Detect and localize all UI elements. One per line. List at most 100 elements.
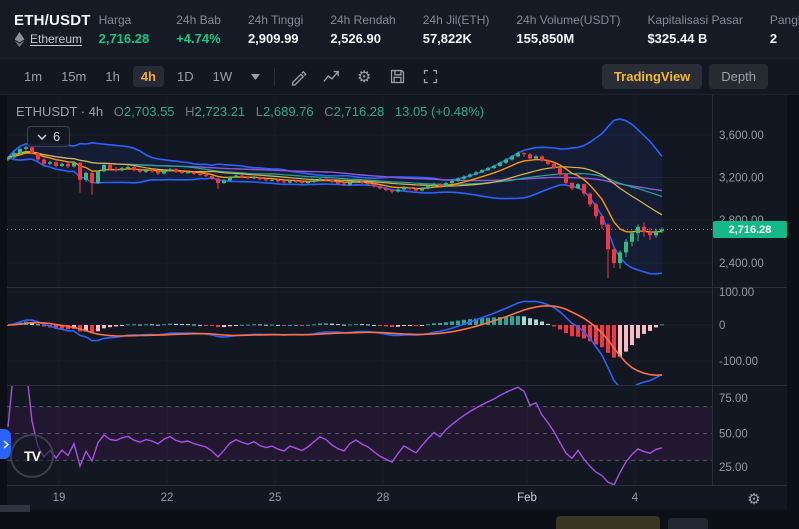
candle-body: [294, 181, 298, 182]
axis-tick-label[interactable]: 4: [632, 492, 639, 504]
macd-histogram-bar: [402, 325, 406, 326]
macd-line: [8, 301, 662, 389]
macd-histogram-bar: [558, 325, 562, 329]
indicators-chart-icon[interactable]: [322, 68, 340, 86]
macd-histogram-bar: [138, 325, 142, 326]
axis-tick-label[interactable]: 25: [269, 492, 282, 504]
candle-body: [48, 162, 52, 164]
macd-histogram-bar: [156, 325, 160, 326]
fullscreen-icon[interactable]: [421, 68, 439, 86]
macd-histogram-bar: [390, 325, 394, 327]
axis-tick-label[interactable]: 22: [161, 492, 174, 504]
tradingview-watermark-logo[interactable]: TV: [10, 434, 54, 478]
macd-histogram-bar: [366, 324, 370, 325]
axis-tick-label[interactable]: 19: [53, 492, 66, 504]
timeframe-15m[interactable]: 15m: [61, 69, 86, 84]
candle-body: [516, 153, 520, 156]
macd-histogram-bar: [456, 321, 460, 325]
macd-histogram-bar: [96, 325, 100, 331]
macd-histogram-bar: [36, 324, 40, 325]
axis-tick-label[interactable]: 25.00: [719, 462, 748, 474]
cutoff-active-tab-fragment[interactable]: [556, 516, 660, 529]
candle-body: [78, 163, 82, 180]
axis-settings-gear-icon[interactable]: ⚙: [744, 489, 764, 509]
candle-body: [546, 161, 550, 164]
chart-canvas[interactable]: 3,600.003,200.002,800.002,400.00100.000-…: [0, 95, 787, 510]
settings-gear-icon[interactable]: ⚙: [355, 68, 373, 86]
candle-body: [390, 190, 394, 192]
macd-pane: [6, 301, 664, 389]
macd-histogram-bar: [636, 325, 640, 338]
candle-body: [432, 184, 436, 186]
bollinger-fill: [8, 119, 662, 274]
macd-histogram-bar: [648, 325, 652, 331]
candle-body: [72, 163, 76, 167]
market-header: ETH/USDT Ethereum Harga2,716.28 24h Bab+…: [0, 0, 799, 59]
indicators-collapse-badge[interactable]: 6: [27, 126, 70, 147]
axis-tick-label[interactable]: 0: [719, 320, 725, 332]
macd-histogram-bar: [162, 324, 166, 325]
candle-body: [258, 177, 262, 179]
axis-tick-label[interactable]: -100.00: [719, 356, 758, 368]
candle-body: [306, 182, 310, 183]
scrollbar-fragment[interactable]: [0, 505, 30, 512]
cutoff-tab-fragment[interactable]: [668, 518, 708, 529]
candle-body: [606, 225, 610, 250]
axis-tick-label[interactable]: 50.00: [719, 429, 748, 441]
timeframe-1h[interactable]: 1h: [105, 69, 119, 84]
macd-histogram-bar: [534, 319, 538, 325]
candle-body: [324, 179, 328, 180]
timeframe-4h-active[interactable]: 4h: [133, 66, 164, 87]
macd-histogram-bar: [600, 325, 604, 347]
candle-body: [252, 177, 256, 178]
candle-body: [216, 179, 220, 183]
stat-value: 57,822K: [423, 31, 490, 46]
candle-body: [156, 171, 160, 173]
axis-tick-label[interactable]: 3,600.00: [719, 130, 764, 142]
candle-body: [330, 180, 334, 182]
macd-histogram-bar: [252, 324, 256, 325]
candle-body: [168, 169, 172, 171]
timeframe-dropdown-caret-icon[interactable]: [251, 74, 260, 80]
macd-histogram-bar: [564, 325, 568, 333]
macd-histogram-bar: [384, 325, 388, 326]
candle-body: [420, 188, 424, 190]
candle-body: [24, 147, 28, 149]
candle-body: [204, 175, 208, 176]
save-layout-icon[interactable]: [388, 68, 406, 86]
timeframe-1w[interactable]: 1W: [213, 69, 233, 84]
axis-tick-label[interactable]: 75.00: [719, 393, 748, 405]
candle-body: [384, 188, 388, 190]
candle-body: [138, 170, 142, 172]
candle-body: [210, 176, 214, 179]
legend-high: 2,723.21: [195, 104, 246, 119]
candle-body: [426, 186, 430, 188]
macd-histogram-bar: [618, 325, 622, 356]
tradingview-tab[interactable]: TradingView: [602, 64, 702, 89]
candle-body: [456, 179, 460, 181]
macd-histogram-bar: [108, 325, 112, 327]
macd-histogram-bar: [288, 325, 292, 326]
price-pane: [6, 119, 713, 278]
candle-body: [594, 204, 598, 216]
macd-histogram-bar: [144, 324, 148, 325]
coin-link[interactable]: Ethereum: [30, 32, 82, 46]
candle-body: [240, 176, 244, 178]
candle-body: [312, 180, 316, 182]
axis-tick-label[interactable]: Feb: [517, 492, 537, 504]
stat-label: 24h Jil(ETH): [423, 13, 490, 27]
axis-tick-label[interactable]: 28: [377, 492, 390, 504]
timeframe-1m[interactable]: 1m: [24, 69, 42, 84]
candle-body: [498, 163, 502, 166]
axis-tick-label[interactable]: 3,200.00: [719, 173, 764, 185]
candle-body: [108, 165, 112, 169]
depth-tab[interactable]: Depth: [709, 64, 768, 89]
candle-body: [462, 177, 466, 179]
axis-tick-label[interactable]: 100.00: [719, 287, 754, 299]
draw-pencil-icon[interactable]: [289, 68, 307, 86]
axis-tick-label[interactable]: 2,400.00: [719, 258, 764, 270]
candle-body: [582, 184, 586, 194]
timeframe-1d[interactable]: 1D: [177, 69, 194, 84]
macd-histogram-bar: [234, 325, 238, 326]
macd-histogram-bar: [246, 325, 250, 326]
